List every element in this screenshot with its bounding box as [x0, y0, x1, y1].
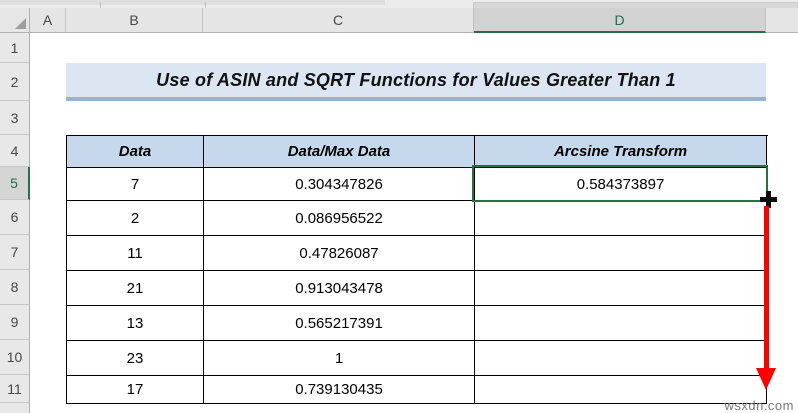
- cell-C7[interactable]: 0.47826087: [204, 236, 475, 271]
- row-header-9[interactable]: 9: [0, 305, 30, 340]
- row-header-10[interactable]: 10: [0, 340, 30, 375]
- watermark-text: wsxdn.com: [724, 398, 794, 413]
- col-header-E-partial[interactable]: [766, 8, 798, 33]
- row-header-7[interactable]: 7: [0, 235, 30, 270]
- title-cell[interactable]: Use of ASIN and SQRT Functions for Value…: [66, 63, 766, 101]
- cell-C11[interactable]: 0.739130435: [204, 376, 475, 404]
- col-header-A[interactable]: A: [30, 8, 66, 33]
- formula-bar-segment: [0, 0, 385, 5]
- row-header-8[interactable]: 8: [0, 270, 30, 305]
- cell-C9[interactable]: 0.565217391: [204, 306, 475, 341]
- header-cell-arcsine[interactable]: Arcsine Transform: [475, 136, 767, 168]
- formula-bar-edge: [0, 0, 798, 8]
- cell-B6[interactable]: 2: [67, 201, 204, 236]
- cell-D6[interactable]: [475, 201, 767, 236]
- cell-B9[interactable]: 13: [67, 306, 204, 341]
- active-cell-selection-border: [472, 165, 768, 202]
- cell-D9[interactable]: [475, 306, 767, 341]
- row-header-12-partial[interactable]: [0, 403, 30, 413]
- cell-D7[interactable]: [475, 236, 767, 271]
- row-header-5-selected[interactable]: 5: [0, 167, 30, 200]
- row-header-1[interactable]: 1: [0, 33, 30, 63]
- cell-C5[interactable]: 0.304347826: [204, 168, 475, 201]
- select-all-button[interactable]: [0, 8, 30, 33]
- drag-down-arrow-head-icon: [756, 368, 776, 390]
- cell-B5[interactable]: 7: [67, 168, 204, 201]
- cell-D8[interactable]: [475, 271, 767, 306]
- row-header-11[interactable]: 11: [0, 375, 30, 403]
- row-header-3[interactable]: 3: [0, 101, 30, 135]
- header-cell-data[interactable]: Data: [67, 136, 204, 168]
- row-header-column: 1 2 3 4 5 6 7 8 9 10 11: [0, 33, 30, 413]
- cell-C8[interactable]: 0.913043478: [204, 271, 475, 306]
- col-header-C[interactable]: C: [203, 8, 474, 33]
- column-header-row: A B C D: [0, 8, 798, 33]
- row-header-6[interactable]: 6: [0, 200, 30, 235]
- page-title: Use of ASIN and SQRT Functions for Value…: [156, 69, 676, 90]
- cell-C10[interactable]: 1: [204, 341, 475, 376]
- cell-D10[interactable]: [475, 341, 767, 376]
- excel-window: A B C D 1 2 3 4 5 6 7 8 9 10 11 Use of A…: [0, 0, 798, 413]
- header-cell-datamax[interactable]: Data/Max Data: [204, 136, 475, 168]
- col-header-B[interactable]: B: [66, 8, 203, 33]
- cell-B11[interactable]: 17: [67, 376, 204, 404]
- col-header-D-selected[interactable]: D: [474, 8, 766, 33]
- cell-B10[interactable]: 23: [67, 341, 204, 376]
- cell-B8[interactable]: 21: [67, 271, 204, 306]
- cell-B7[interactable]: 11: [67, 236, 204, 271]
- drag-down-arrow-line: [764, 206, 769, 368]
- row-header-4[interactable]: 4: [0, 135, 30, 167]
- select-all-triangle-icon: [15, 18, 26, 29]
- cell-C6[interactable]: 0.086956522: [204, 201, 475, 236]
- row-header-2[interactable]: 2: [0, 63, 30, 101]
